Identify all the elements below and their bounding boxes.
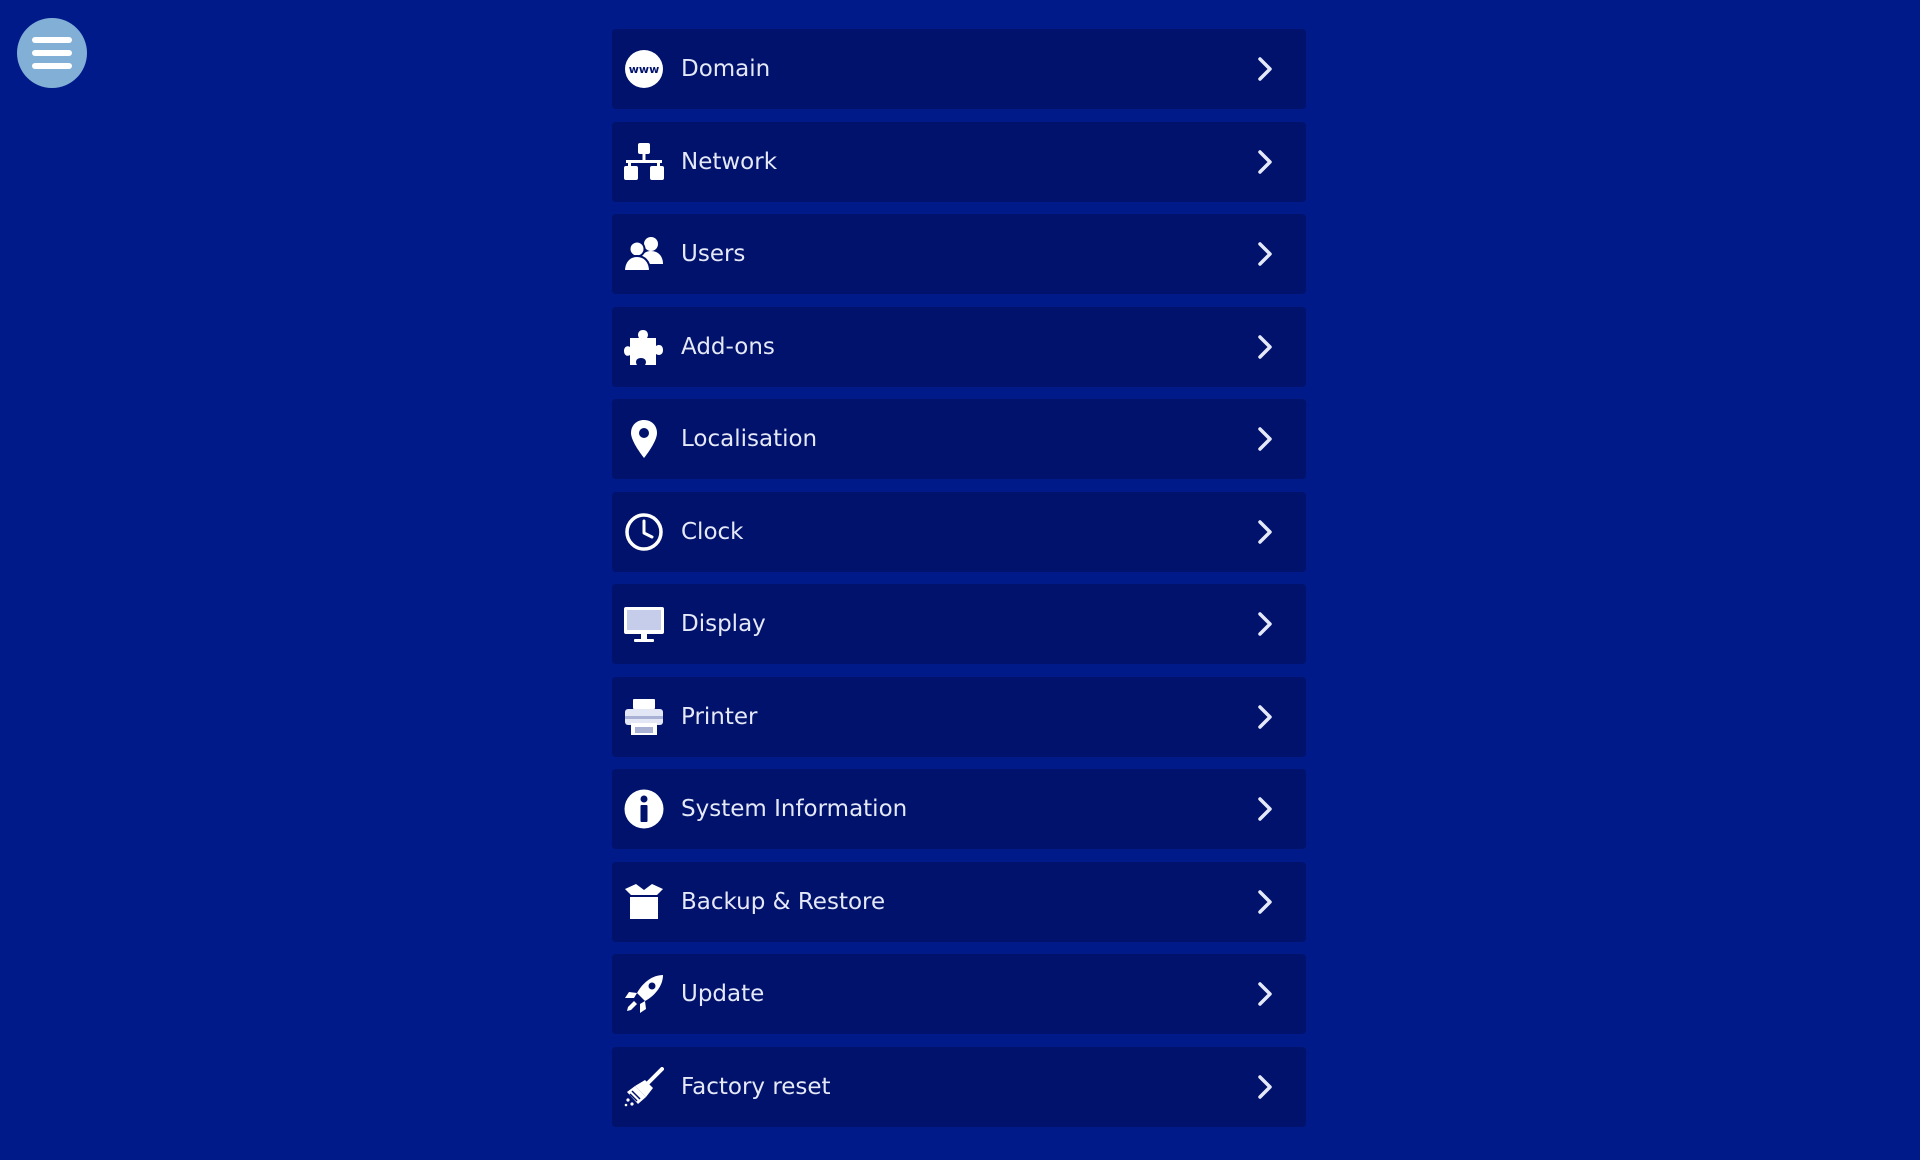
chevron-right-icon [1252,981,1278,1007]
settings-item-label: Printer [681,703,758,730]
settings-menu-list: www Domain Network Users Add-ons Localis… [612,29,1306,1139]
chevron-right-icon [1252,334,1278,360]
monitor-icon [624,604,664,644]
users-icon [624,234,664,274]
settings-item-label: Backup & Restore [681,888,886,915]
chevron-right-icon [1252,426,1278,452]
map-pin-icon [624,419,664,459]
chevron-right-icon [1252,796,1278,822]
settings-item-backup-restore[interactable]: Backup & Restore [612,861,1306,942]
settings-item-domain[interactable]: www Domain [612,29,1306,109]
settings-item-clock[interactable]: Clock [612,491,1306,572]
settings-item-system-information[interactable]: System Information [612,769,1306,849]
www-globe-icon: www [624,49,664,89]
chevron-right-icon [1252,1074,1278,1100]
settings-item-label: Network [681,148,778,175]
chevron-right-icon [1252,149,1278,175]
svg-text:www: www [629,63,660,76]
settings-item-users[interactable]: Users [612,214,1306,294]
chevron-right-icon [1252,704,1278,730]
chevron-right-icon [1252,56,1278,82]
chevron-right-icon [1252,611,1278,637]
box-icon [624,882,664,922]
settings-item-label: Users [681,241,746,267]
info-icon [624,789,664,829]
settings-item-label: Update [681,981,765,1007]
settings-item-factory-reset[interactable]: Factory reset [612,1046,1306,1127]
settings-item-network[interactable]: Network [612,121,1306,202]
chevron-right-icon [1252,889,1278,915]
settings-item-label: Localisation [681,426,818,452]
hamburger-menu-button[interactable] [17,18,87,88]
settings-item-label: Domain [681,56,771,82]
settings-item-label: Display [681,611,766,637]
settings-item-label: Add-ons [681,333,775,360]
settings-item-update[interactable]: Update [612,954,1306,1034]
settings-item-label: System Information [681,796,908,822]
clock-icon [624,512,664,552]
rocket-icon [624,974,664,1014]
hamburger-icon [32,37,72,43]
network-icon [624,142,664,182]
settings-item-printer[interactable]: Printer [612,676,1306,757]
settings-item-label: Factory reset [681,1073,831,1100]
settings-item-add-ons[interactable]: Add-ons [612,306,1306,387]
chevron-right-icon [1252,241,1278,267]
settings-item-display[interactable]: Display [612,584,1306,664]
chevron-right-icon [1252,519,1278,545]
broom-icon [624,1066,664,1107]
printer-icon [624,697,664,737]
settings-item-localisation[interactable]: Localisation [612,399,1306,479]
settings-item-label: Clock [681,518,744,545]
puzzle-piece-icon [624,327,664,367]
